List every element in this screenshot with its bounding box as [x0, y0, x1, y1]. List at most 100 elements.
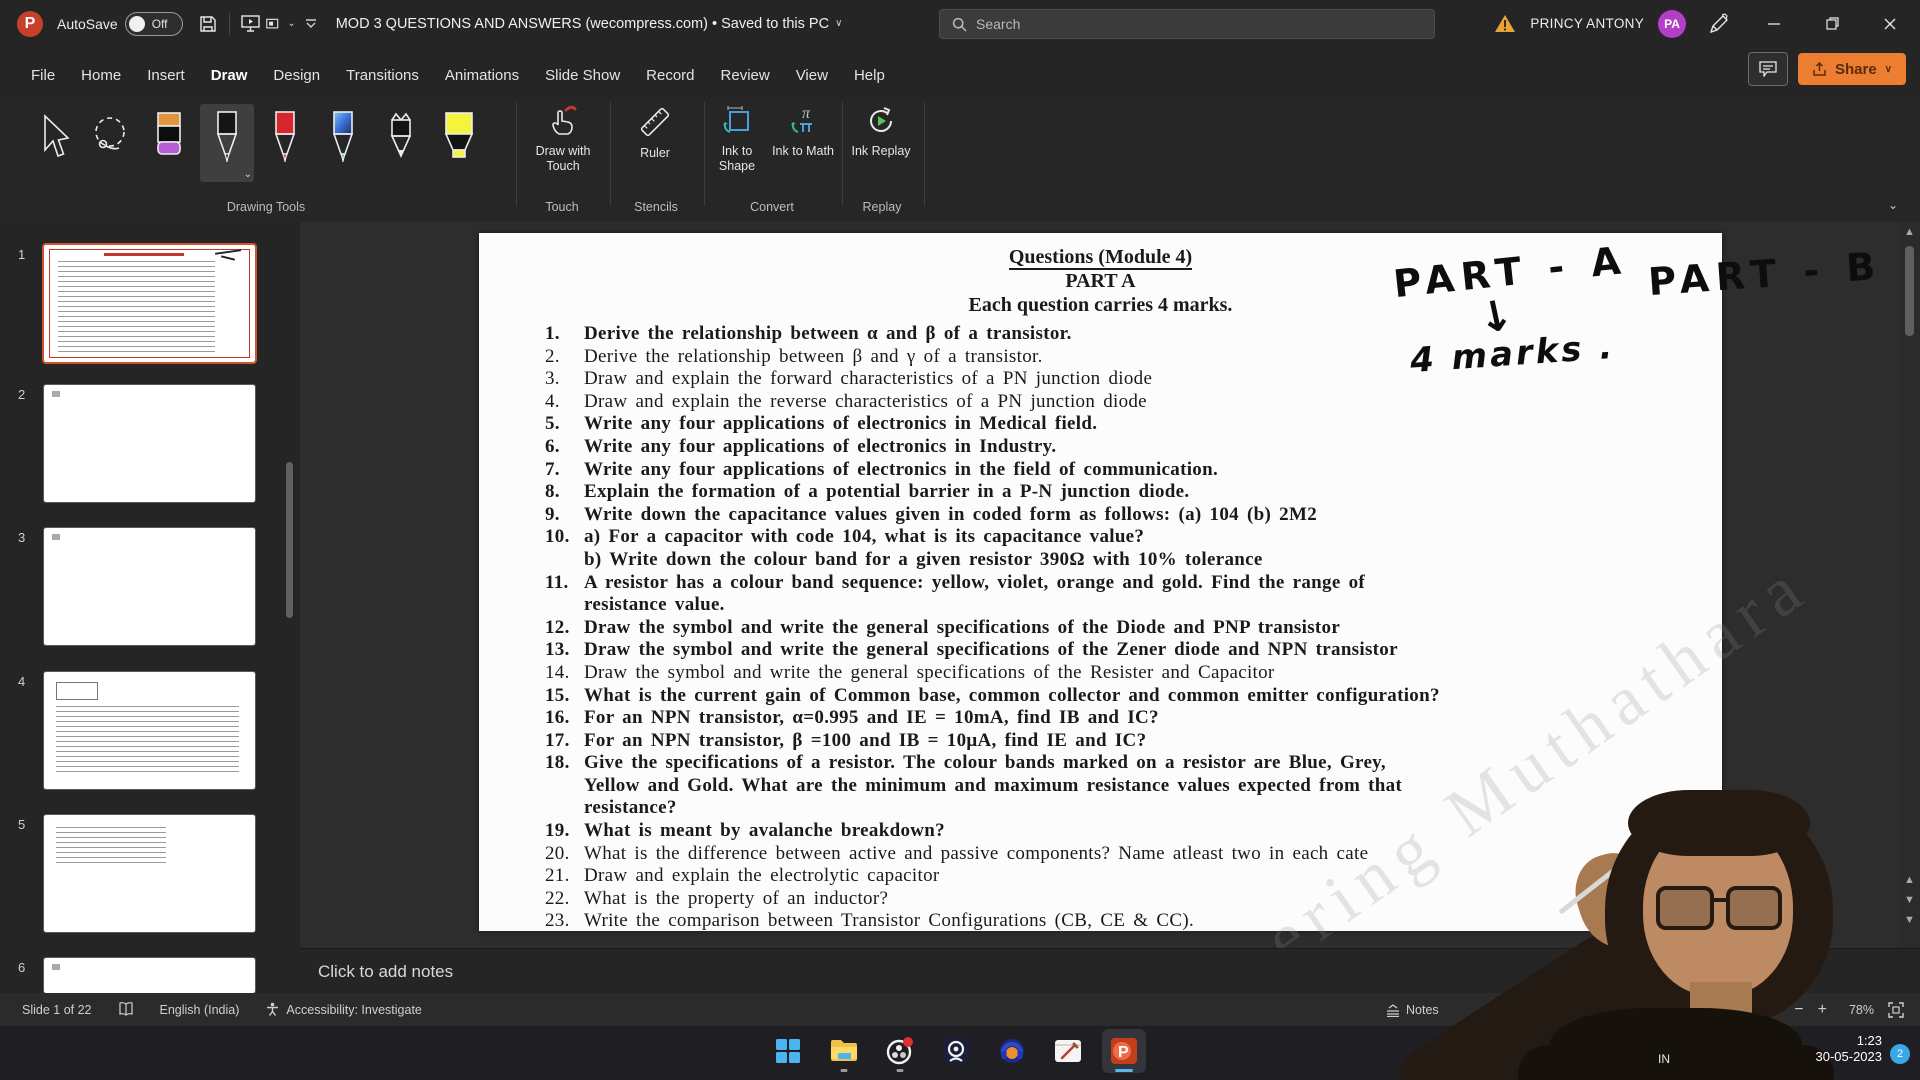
tab-record[interactable]: Record	[633, 61, 707, 90]
notes-toggle-button[interactable]: Notes	[1385, 1003, 1439, 1017]
scroll-down-icon[interactable]: ▼	[1899, 914, 1920, 926]
drawing-tools-group: ⌄	[26, 104, 486, 182]
slide-thumbnail-3[interactable]	[44, 528, 255, 645]
slide-thumbnail-1[interactable]	[44, 245, 255, 362]
select-tool-button[interactable]	[26, 104, 80, 182]
next-slide-icon[interactable]: ▼	[1899, 894, 1920, 906]
file-explorer[interactable]	[822, 1029, 866, 1073]
question-5: 5.Write any four applications of electro…	[545, 413, 1705, 436]
question-8: 8.Explain the formation of a potential b…	[545, 481, 1705, 504]
slide-marks-heading: Each question carries 4 marks.	[479, 293, 1722, 317]
lasso-select-button[interactable]	[84, 104, 138, 182]
pen-galaxy-button[interactable]	[316, 104, 370, 182]
fit-slide-icon[interactable]	[1888, 1002, 1904, 1018]
question-text: What is meant by avalanche breakdown?	[584, 820, 945, 843]
tab-view[interactable]: View	[783, 61, 841, 90]
ink-pen-icon[interactable]	[1708, 13, 1730, 35]
notification-badge[interactable]: 2	[1890, 1044, 1910, 1064]
eraser-button[interactable]	[142, 104, 196, 182]
thumbnail-number: 6	[18, 960, 25, 975]
avatar[interactable]: PA	[1658, 10, 1686, 38]
camera-app[interactable]	[934, 1029, 978, 1073]
slide-thumbnail-2[interactable]	[44, 385, 255, 502]
previous-slide-icon[interactable]: ▲	[1899, 874, 1920, 886]
ink-to-shape-button[interactable]: Ink to Shape	[706, 104, 768, 174]
whiteboard-app[interactable]	[1046, 1029, 1090, 1073]
obs-studio[interactable]	[878, 1029, 922, 1073]
slideshow-icon	[241, 15, 260, 32]
slide-indicator[interactable]: Slide 1 of 22	[22, 1003, 92, 1017]
powerpoint-logo-icon[interactable]: P	[17, 11, 43, 37]
tab-home[interactable]: Home	[68, 61, 134, 90]
ruler-button[interactable]: Ruler	[612, 104, 698, 161]
collapse-ribbon-button[interactable]: ⌄	[1888, 198, 1898, 212]
slide-thumbnail-5[interactable]	[44, 815, 255, 932]
ink-to-math-button[interactable]: π Ink to Math	[772, 104, 834, 159]
tab-transitions[interactable]: Transitions	[333, 61, 432, 90]
ink-replay-button[interactable]: Ink Replay	[846, 104, 916, 159]
chevron-down-icon[interactable]: ∨	[835, 18, 842, 29]
question-text: Write any four applications of electroni…	[584, 459, 1218, 482]
question-7: 7.Write any four applications of electro…	[545, 459, 1705, 482]
warning-icon[interactable]	[1494, 14, 1516, 33]
notes-pane[interactable]: Click to add notes	[300, 948, 1920, 994]
question-text: Draw the symbol and write the general sp…	[584, 617, 1340, 640]
minimize-button[interactable]	[1752, 0, 1796, 47]
slide-thumbnail-6[interactable]	[44, 958, 255, 993]
tab-review[interactable]: Review	[708, 61, 783, 90]
tab-insert[interactable]: Insert	[134, 61, 198, 90]
save-button[interactable]	[193, 9, 223, 39]
group-label-stencils: Stencils	[610, 200, 702, 214]
pen-black-button[interactable]: ⌄	[200, 104, 254, 182]
tab-draw[interactable]: Draw	[198, 61, 261, 90]
slide-thumbnail-4[interactable]	[44, 672, 255, 789]
question-number: 2.	[545, 346, 584, 369]
question-text: Write any four applications of electroni…	[584, 413, 1097, 436]
question-text: What is the property of an inductor?	[584, 888, 888, 911]
restore-button[interactable]	[1810, 0, 1854, 47]
vertical-scrollbar[interactable]: ▲ ▲ ▼ ▼	[1899, 222, 1920, 948]
question-number: 4.	[545, 391, 584, 414]
tab-design[interactable]: Design	[260, 61, 333, 90]
powerpoint-app[interactable]: P	[1102, 1029, 1146, 1073]
audio-app[interactable]	[990, 1029, 1034, 1073]
start-button[interactable]	[766, 1029, 810, 1073]
question-15: 15.What is the current gain of Common ba…	[545, 685, 1705, 708]
start-slideshow-button[interactable]	[236, 9, 266, 39]
svg-text:π: π	[802, 105, 811, 122]
chevron-down-icon[interactable]: ⌄	[244, 169, 252, 180]
title-bar: P AutoSave Off ⌄ MOD 3 QUESTIONS AND ANS…	[0, 0, 1920, 47]
scroll-up-icon[interactable]: ▲	[1899, 226, 1920, 238]
accessibility-status[interactable]: Accessibility: Investigate	[265, 1002, 421, 1017]
thumbnail-number: 3	[18, 530, 25, 545]
question-20: 20.What is the difference between active…	[545, 843, 1705, 866]
comments-button[interactable]	[1748, 52, 1788, 86]
draw-with-touch-button[interactable]: Draw with Touch	[520, 104, 606, 174]
user-name[interactable]: PRINCY ANTONY	[1530, 16, 1644, 31]
tab-file[interactable]: File	[18, 61, 68, 90]
highlighter-button[interactable]	[432, 104, 486, 182]
share-button[interactable]: Share ∨	[1798, 53, 1906, 85]
thumbnail-scrollbar[interactable]	[286, 462, 293, 618]
zoom-level[interactable]: 78%	[1849, 1003, 1874, 1017]
scrollbar-thumb[interactable]	[1905, 246, 1914, 336]
close-button[interactable]	[1868, 0, 1912, 47]
document-title[interactable]: MOD 3 QUESTIONS AND ANSWERS (wecompress.…	[336, 16, 829, 32]
language-indicator[interactable]: English (India)	[160, 1003, 240, 1017]
spellcheck-button[interactable]	[118, 1002, 134, 1017]
pen-red-button[interactable]	[258, 104, 312, 182]
accessibility-icon	[265, 1002, 280, 1017]
pencil-button[interactable]	[374, 104, 428, 182]
customize-quick-access-button[interactable]	[296, 9, 326, 39]
taskbar-language-indicator[interactable]: IN	[1658, 1052, 1670, 1066]
tab-slide-show[interactable]: Slide Show	[532, 61, 633, 90]
autosave-control[interactable]: AutoSave Off	[57, 12, 183, 36]
taskbar-clock[interactable]: 1:23 30-05-2023	[1816, 1033, 1883, 1065]
tab-help[interactable]: Help	[841, 61, 898, 90]
search-input[interactable]: Search	[939, 9, 1435, 39]
autosave-toggle[interactable]: Off	[125, 12, 183, 36]
zoom-in-button[interactable]: +	[1818, 1001, 1827, 1019]
print-preview-button[interactable]: ⌄	[266, 9, 296, 39]
tab-animations[interactable]: Animations	[432, 61, 532, 90]
zoom-out-button[interactable]: −	[1794, 1001, 1803, 1019]
